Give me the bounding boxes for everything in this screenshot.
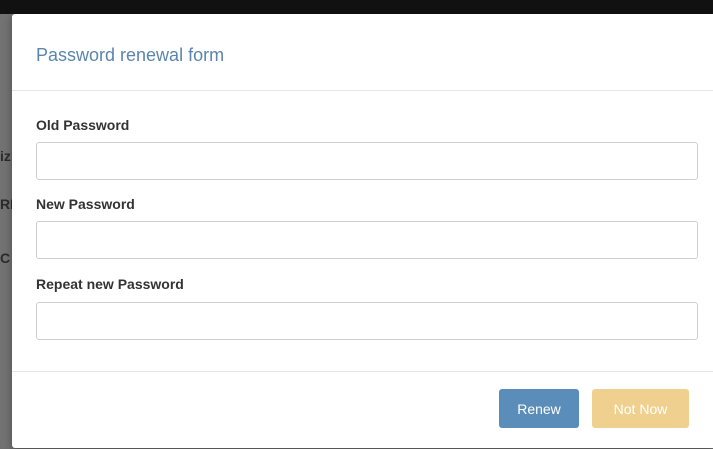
repeat-password-label: Repeat new Password	[36, 276, 184, 292]
modal-title: Password renewal form	[36, 45, 225, 65]
background-text-fragment: iz	[0, 148, 11, 164]
renew-button[interactable]: Renew	[499, 389, 579, 428]
password-renewal-modal: Password renewal form Old Password New P…	[12, 14, 713, 448]
not-now-button[interactable]: Not Now	[592, 389, 689, 428]
background-top-bar	[0, 0, 713, 14]
repeat-password-input[interactable]	[36, 302, 698, 340]
old-password-input[interactable]	[36, 142, 698, 180]
new-password-input[interactable]	[36, 221, 698, 259]
background-text-fragment: C	[0, 250, 11, 266]
old-password-label: Old Password	[36, 117, 130, 133]
new-password-label: New Password	[36, 196, 135, 212]
modal-header: Password renewal form	[12, 14, 713, 91]
